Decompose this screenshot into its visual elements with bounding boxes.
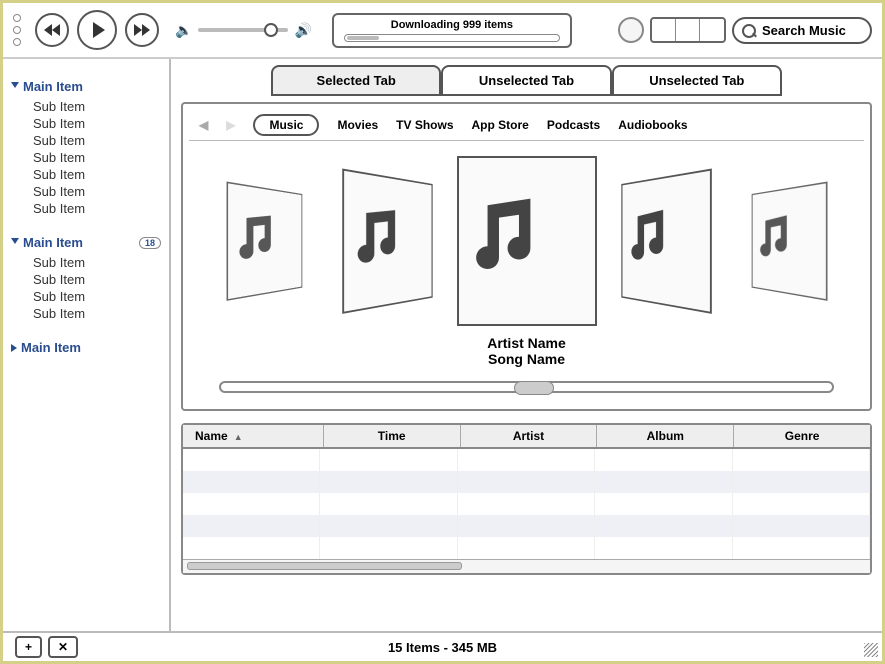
volume-control: 🔈 🔊 xyxy=(175,22,312,39)
nav-category[interactable]: App Store xyxy=(472,118,529,132)
sidebar-main-label: Main Item xyxy=(23,79,83,94)
tabs: Selected TabUnselected TabUnselected Tab xyxy=(171,59,882,96)
coverflow-scrollbar[interactable] xyxy=(219,381,834,393)
library-summary: 15 Items - 345 MB xyxy=(388,640,497,655)
sidebar-sub-item[interactable]: Sub Item xyxy=(33,271,161,288)
add-button[interactable]: + xyxy=(15,636,42,658)
cover-art[interactable] xyxy=(751,182,827,301)
table-row[interactable] xyxy=(183,471,870,493)
column-header[interactable]: Time xyxy=(324,425,461,447)
tab[interactable]: Selected Tab xyxy=(271,65,441,96)
next-button[interactable] xyxy=(125,13,159,47)
previous-button[interactable] xyxy=(35,13,69,47)
tab[interactable]: Unselected Tab xyxy=(441,65,611,96)
search-input[interactable]: Search Music xyxy=(732,17,872,44)
chevron-down-icon xyxy=(11,82,19,92)
account-button[interactable] xyxy=(618,17,644,43)
nav-category[interactable]: Podcasts xyxy=(547,118,600,132)
sidebar-sub-item[interactable]: Sub Item xyxy=(33,98,161,115)
nav-category[interactable]: Music xyxy=(253,114,319,136)
table-header: Name▲TimeArtistAlbumGenre xyxy=(183,425,870,449)
sidebar-main-item[interactable]: Main Item xyxy=(11,340,161,355)
nav-category[interactable]: TV Shows xyxy=(396,118,453,132)
count-badge: 18 xyxy=(139,237,161,249)
table-row[interactable] xyxy=(183,537,870,559)
sidebar-sub-item[interactable]: Sub Item xyxy=(33,183,161,200)
music-note-icon xyxy=(459,191,595,291)
song-name: Song Name xyxy=(189,351,864,367)
view-mode-segmented[interactable] xyxy=(650,17,726,43)
music-note-icon xyxy=(344,200,431,283)
sidebar-main-label: Main Item xyxy=(21,340,81,355)
horizontal-scrollbar[interactable] xyxy=(183,559,870,573)
column-header[interactable]: Artist xyxy=(461,425,598,447)
cover-art[interactable] xyxy=(226,182,302,301)
shuffle-button[interactable]: ✕ xyxy=(48,636,78,658)
nav-category[interactable]: Audiobooks xyxy=(618,118,687,132)
chevron-down-icon xyxy=(11,238,19,248)
sort-ascending-icon: ▲ xyxy=(234,432,243,442)
volume-slider[interactable] xyxy=(198,28,288,32)
sidebar-sub-item[interactable]: Sub Item xyxy=(33,288,161,305)
status-bar: + ✕ 15 Items - 345 MB xyxy=(3,631,882,661)
download-text: Downloading 999 items xyxy=(344,19,560,31)
coverflow xyxy=(189,141,864,331)
browser-panel: ◀ ▶ Music Movies TV Shows App Store Podcasts… xyxy=(181,102,872,411)
sidebar-sub-item[interactable]: Sub Item xyxy=(33,115,161,132)
table-row[interactable] xyxy=(183,515,870,537)
sidebar-sub-item[interactable]: Sub Item xyxy=(33,305,161,322)
window-controls xyxy=(13,14,21,46)
music-note-icon xyxy=(752,207,825,275)
window-dot[interactable] xyxy=(13,14,21,22)
window-dot[interactable] xyxy=(13,38,21,46)
play-button[interactable] xyxy=(77,10,117,50)
artist-name: Artist Name xyxy=(189,335,864,351)
resize-handle[interactable] xyxy=(864,643,878,657)
column-header[interactable]: Name▲ xyxy=(183,425,324,447)
cover-art[interactable] xyxy=(621,169,711,314)
sidebar: Main ItemSub ItemSub ItemSub ItemSub Ite… xyxy=(3,59,171,633)
table-row[interactable] xyxy=(183,493,870,515)
sidebar-sub-item[interactable]: Sub Item xyxy=(33,200,161,217)
column-header[interactable]: Genre xyxy=(734,425,870,447)
song-table: Name▲TimeArtistAlbumGenre xyxy=(181,423,872,575)
sidebar-sub-item[interactable]: Sub Item xyxy=(33,166,161,183)
music-note-icon xyxy=(622,200,709,283)
content-area: Selected TabUnselected TabUnselected Tab… xyxy=(171,59,882,633)
nav-back-icon[interactable]: ◀ xyxy=(199,118,208,132)
sidebar-sub-item[interactable]: Sub Item xyxy=(33,254,161,271)
window-dot[interactable] xyxy=(13,26,21,34)
sidebar-main-label: Main Item xyxy=(23,235,83,250)
music-note-icon xyxy=(228,207,301,275)
nav-category[interactable]: Movies xyxy=(337,118,378,132)
table-row[interactable] xyxy=(183,449,870,471)
sidebar-main-item[interactable]: Main Item xyxy=(11,79,161,94)
category-nav: ◀ ▶ Music Movies TV Shows App Store Podcasts… xyxy=(189,110,864,141)
sidebar-sub-item[interactable]: Sub Item xyxy=(33,132,161,149)
sidebar-main-item[interactable]: Main Item 18 xyxy=(11,235,161,250)
toolbar: 🔈 🔊 Downloading 999 items Search Music xyxy=(3,3,882,59)
column-header[interactable]: Album xyxy=(597,425,734,447)
table-body xyxy=(183,449,870,559)
cover-art-current[interactable] xyxy=(457,156,597,326)
volume-low-icon: 🔈 xyxy=(175,22,192,39)
tab[interactable]: Unselected Tab xyxy=(612,65,782,96)
sidebar-sub-item[interactable]: Sub Item xyxy=(33,149,161,166)
nav-forward-icon[interactable]: ▶ xyxy=(226,118,235,132)
volume-high-icon: 🔊 xyxy=(294,22,311,39)
download-progress xyxy=(344,34,560,42)
download-status: Downloading 999 items xyxy=(332,13,572,48)
chevron-right-icon xyxy=(11,344,17,352)
cover-art[interactable] xyxy=(342,169,432,314)
